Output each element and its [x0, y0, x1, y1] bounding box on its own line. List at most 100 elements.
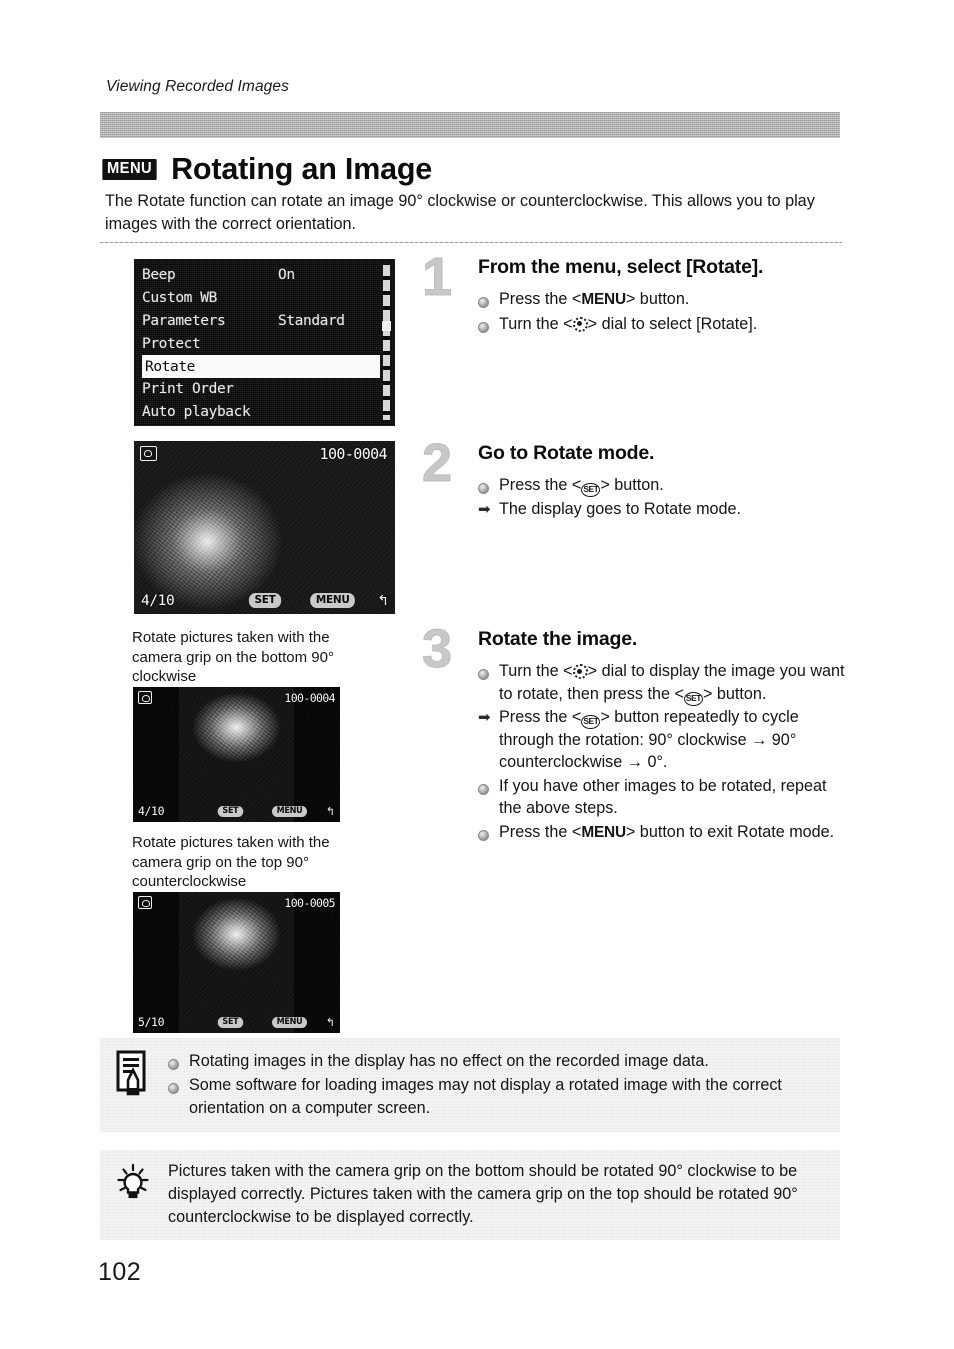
bullet-text-post: > dial to select [Rotate].: [587, 314, 758, 333]
protect-icon: [138, 691, 152, 704]
step-2: 2 Go to Rotate mode. Press the < SET > but…: [410, 436, 850, 521]
menu-button-icon: MENU: [102, 159, 157, 180]
note-callout: Rotating images in the display has no ef…: [100, 1038, 840, 1132]
bullet-dot-icon: [478, 660, 489, 683]
menu-row-rotate-selected[interactable]: Rotate: [142, 355, 380, 378]
set-button-hint[interactable]: SET: [217, 1016, 244, 1028]
menu-key-label: MENU: [581, 823, 626, 841]
menu-row[interactable]: Parameters Standard: [142, 310, 389, 333]
caption-top-grip: Rotate pictures taken with the camera gr…: [132, 834, 330, 890]
bullet-dot-icon: [478, 474, 489, 497]
menu-row-label: Print Order: [142, 381, 234, 398]
note-pencil-icon: [116, 1050, 146, 1096]
menu-scrollbar-thumb[interactable]: [382, 321, 391, 331]
note-list: Rotating images in the display has no ef…: [168, 1050, 824, 1121]
bullet-dot-icon: [478, 821, 489, 844]
dial-icon: [572, 316, 588, 332]
camera-menu-screen: Beep On Custom WB Parameters Standard Pr…: [134, 259, 395, 426]
photo-grain-overlay: [133, 687, 340, 822]
photo-grain-overlay: [133, 892, 340, 1033]
step-number: 2: [410, 436, 464, 491]
bullet-arrow-icon: ➡: [478, 500, 491, 518]
menu-row-value: On: [278, 267, 295, 284]
menu-row-label: Rotate: [145, 358, 195, 375]
bullet-text-pre: Press the <: [499, 708, 582, 726]
set-button-hint[interactable]: SET: [217, 805, 244, 817]
step-number: 1: [410, 250, 464, 305]
manual-page: Viewing Recorded Images MENU Rotating an…: [0, 0, 954, 1349]
step-bullet: Turn the < > dial to select [Rotate].: [478, 313, 850, 336]
menu-row[interactable]: Protect: [142, 332, 389, 355]
frame-counter: 4/10: [141, 593, 175, 609]
step-number: 3: [410, 622, 464, 677]
step-title: Rotate the image.: [478, 628, 638, 650]
bullet-arrow-icon: ➡: [478, 709, 491, 726]
lightbulb-icon: [117, 1163, 149, 1199]
menu-button-hint[interactable]: MENU: [271, 1016, 308, 1028]
return-arrow-icon: ↰: [377, 592, 389, 608]
menu-button-hint[interactable]: MENU: [310, 592, 356, 608]
bullet-text-post: > button.: [702, 684, 767, 703]
page-title-text: Rotating an Image: [171, 152, 433, 186]
menu-row-label: Auto playback: [142, 404, 251, 421]
menu-scrollbar[interactable]: [383, 265, 390, 420]
tip-callout: Pictures taken with the camera grip on t…: [100, 1150, 840, 1240]
page-title: MENU Rotating an Image: [100, 152, 432, 187]
set-button-hint[interactable]: SET: [248, 592, 282, 608]
photo-grain-overlay: [134, 441, 395, 614]
bullet-dot-icon: [478, 775, 489, 798]
playback-screen: 100-0004 4/10 SET MENU ↰: [134, 441, 395, 614]
section-divider: [100, 242, 842, 243]
menu-row[interactable]: Beep On: [142, 264, 389, 287]
rotated-screen-top-grip: 100-0005 5/10 SET MENU ↰: [133, 892, 340, 1033]
step-3: 3 Rotate the image. Turn the < > dial to …: [410, 622, 850, 845]
menu-key-label: MENU: [581, 291, 626, 308]
step-body: Go to Rotate mode. Press the < SET > butto…: [478, 442, 850, 520]
set-icon: SET: [683, 691, 703, 706]
menu-row[interactable]: Auto playback: [142, 401, 389, 424]
header-band: [100, 112, 840, 138]
bullet-dot-icon: [478, 313, 489, 336]
running-head: Viewing Recorded Images: [106, 78, 289, 95]
bullet-text-post: > button.: [600, 476, 664, 494]
bullet-text-pre: Turn the <: [499, 314, 573, 333]
bullet-dot-icon: [168, 1074, 179, 1097]
tip-text: Pictures taken with the camera grip on t…: [168, 1162, 798, 1226]
step-title: Go to Rotate mode.: [478, 442, 655, 464]
camera-menu-list: Beep On Custom WB Parameters Standard Pr…: [142, 264, 389, 422]
file-number: 100-0004: [284, 691, 335, 705]
menu-row[interactable]: Custom WB: [142, 287, 389, 310]
step-bullet: Press the < SET > button.: [478, 474, 850, 497]
rotated-screen-bottom-grip: 100-0004 4/10 SET MENU ↰: [133, 687, 340, 822]
caption-bottom-grip: Rotate pictures taken with the camera gr…: [132, 629, 334, 685]
bullet-text-post: > button.: [625, 290, 690, 308]
step-body: Rotate the image. Turn the < > dial to di…: [478, 628, 850, 844]
file-number: 100-0004: [319, 445, 388, 463]
bullet-dot-icon: [168, 1050, 179, 1073]
menu-row[interactable]: Print Order: [142, 378, 389, 401]
note-item-text: Rotating images in the display has no ef…: [189, 1052, 709, 1070]
frame-counter: 5/10: [138, 1015, 165, 1029]
menu-row-label: Parameters: [142, 312, 226, 329]
menu-row-label: Beep: [142, 267, 176, 284]
set-icon: SET: [581, 715, 601, 729]
bullet-text-pre: Press the <: [499, 476, 582, 494]
menu-row-value: Standard: [278, 312, 345, 329]
set-icon: SET: [581, 483, 601, 497]
protect-icon: [140, 446, 157, 461]
note-item: Rotating images in the display has no ef…: [168, 1050, 824, 1073]
file-number: 100-0005: [284, 896, 335, 910]
menu-button-hint[interactable]: MENU: [271, 805, 308, 817]
step-1: 1 From the menu, select [Rotate]. Press …: [410, 250, 850, 336]
bullet-dot-icon: [478, 288, 489, 311]
bullet-text-pre: Press the <: [499, 290, 582, 308]
bullet-text-pre: Press the <: [499, 822, 582, 841]
bullet-text: If you have other images to be rotated, …: [499, 776, 827, 818]
page-number: 102: [98, 1258, 142, 1286]
note-item: Some software for loading images may not…: [168, 1074, 824, 1120]
step-bullet: Press the <MENU> button.: [478, 288, 850, 312]
dial-icon: [572, 664, 588, 679]
protect-icon: [138, 896, 152, 909]
note-item-text: Some software for loading images may not…: [189, 1076, 782, 1117]
step-bullet: ➡ The display goes to Rotate mode.: [478, 498, 850, 521]
